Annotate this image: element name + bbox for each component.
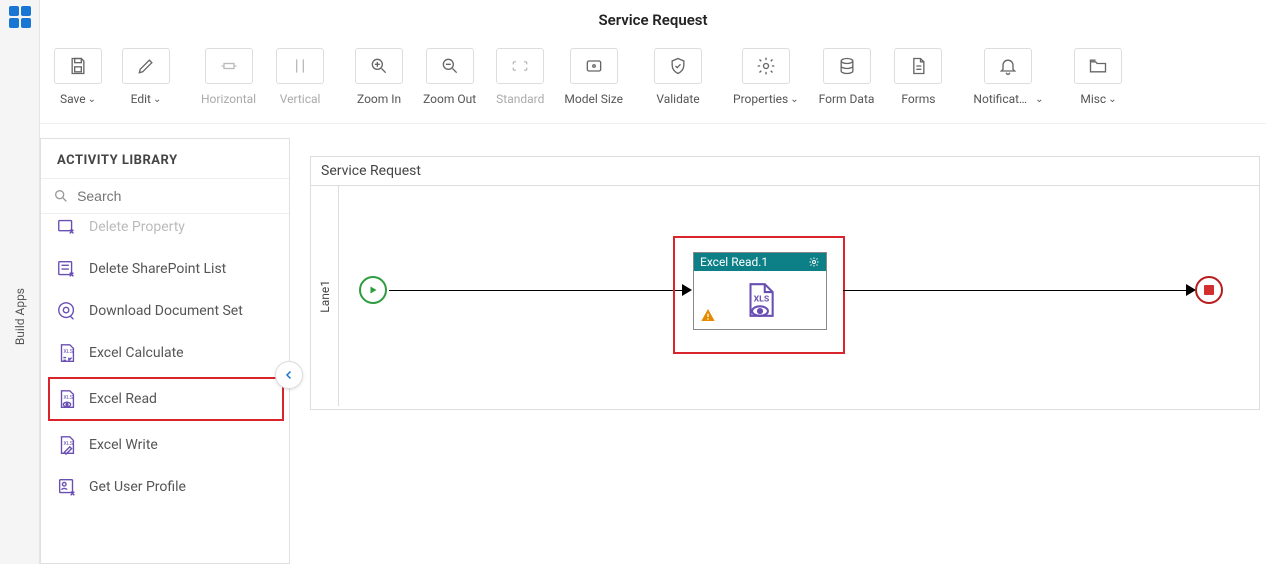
list-item[interactable]: Delete Property	[41, 214, 289, 248]
excel-read-icon: XLS	[55, 388, 79, 410]
flow-edge[interactable]	[389, 290, 687, 291]
list-item[interactable]: Get User Profile	[41, 466, 289, 508]
standard-button: Standard	[496, 48, 544, 106]
app-rail: Build Apps	[0, 0, 40, 564]
svg-text:XLS: XLS	[63, 395, 73, 401]
validate-icon[interactable]	[654, 48, 702, 84]
svg-text:XLS: XLS	[63, 441, 73, 447]
standard-icon	[496, 48, 544, 84]
database-icon[interactable]	[823, 48, 871, 84]
svg-text:XLS: XLS	[63, 349, 73, 355]
excel-calculate-icon: XLS	[55, 342, 79, 364]
zoom-in-button[interactable]: Zoom In	[355, 48, 403, 106]
process-canvas: Service Request Lane1 Excel Read.1 XLS	[310, 156, 1260, 410]
activity-list: Delete Property Delete SharePoint List D…	[41, 214, 289, 563]
end-node[interactable]	[1195, 276, 1223, 304]
start-node[interactable]	[359, 276, 387, 304]
delete-sharepoint-icon	[55, 258, 79, 280]
sidebar-title: ACTIVITY LIBRARY	[41, 139, 289, 179]
canvas-body[interactable]: Lane1 Excel Read.1 XLS	[311, 186, 1259, 406]
forms-icon[interactable]	[894, 48, 942, 84]
gear-icon[interactable]	[808, 256, 820, 268]
canvas-title: Service Request	[311, 157, 1259, 186]
user-profile-icon	[55, 476, 79, 498]
warning-icon	[700, 307, 716, 323]
delete-property-icon	[55, 216, 79, 238]
horizontal-icon	[205, 48, 253, 84]
zoom-out-button[interactable]: Zoom Out	[423, 48, 476, 106]
model-size-button[interactable]: Model Size	[564, 48, 623, 106]
activity-library-panel: ACTIVITY LIBRARY Delete Property Delete …	[40, 138, 290, 564]
lane-label: Lane1	[318, 280, 332, 313]
activity-node[interactable]: Excel Read.1 XLS	[693, 252, 827, 330]
excel-write-icon: XLS	[55, 434, 79, 456]
form-data-button[interactable]: Form Data	[819, 48, 875, 106]
search-icon	[53, 187, 69, 205]
collapse-sidebar-button[interactable]	[275, 361, 303, 389]
play-icon	[367, 284, 379, 296]
model-size-icon[interactable]	[570, 48, 618, 84]
folder-icon[interactable]	[1074, 48, 1122, 84]
lane-strip[interactable]: Lane1	[311, 186, 339, 406]
list-item[interactable]: Delete SharePoint List	[41, 248, 289, 290]
vertical-icon	[276, 48, 324, 84]
save-button[interactable]: Save⌄	[54, 48, 102, 106]
search-row	[41, 179, 289, 214]
download-document-icon	[55, 300, 79, 322]
activity-node-highlight: Excel Read.1 XLS	[673, 236, 845, 354]
horizontal-button: Horizontal	[201, 48, 256, 106]
activity-title: Excel Read.1	[700, 255, 768, 269]
forms-button[interactable]: Forms	[894, 48, 942, 106]
svg-text:XLS: XLS	[754, 295, 770, 305]
search-input[interactable]	[77, 188, 277, 204]
vertical-button: Vertical	[276, 48, 324, 106]
misc-button[interactable]: Misc⌄	[1074, 48, 1122, 106]
toolbar: Save⌄ Edit⌄ Horizontal Vertical Zoom In …	[40, 40, 1266, 124]
properties-button[interactable]: Properties⌄	[733, 48, 799, 106]
gear-icon[interactable]	[742, 48, 790, 84]
excel-read-icon: XLS	[741, 281, 779, 319]
bell-icon[interactable]	[984, 48, 1032, 84]
activity-header: Excel Read.1	[694, 253, 826, 271]
rail-label: Build Apps	[13, 288, 27, 345]
activity-body: XLS	[694, 271, 826, 329]
edit-button[interactable]: Edit⌄	[122, 48, 170, 106]
flow-edge[interactable]	[843, 290, 1189, 291]
notifications-button[interactable]: Notificat…⌄	[973, 48, 1043, 106]
page-title: Service Request	[40, 0, 1266, 40]
list-item[interactable]: XLS Excel Calculate	[41, 332, 289, 374]
zoom-in-icon[interactable]	[355, 48, 403, 84]
list-item-excel-read[interactable]: XLS Excel Read	[49, 378, 283, 420]
app-launcher-icon[interactable]	[9, 6, 31, 28]
zoom-out-icon[interactable]	[426, 48, 474, 84]
page-title-text: Service Request	[598, 11, 707, 29]
save-icon[interactable]	[54, 48, 102, 84]
list-item[interactable]: XLS Excel Write	[41, 424, 289, 466]
chevron-left-icon	[283, 369, 295, 381]
validate-button[interactable]: Validate	[654, 48, 702, 106]
list-item[interactable]: Download Document Set	[41, 290, 289, 332]
pencil-icon[interactable]	[122, 48, 170, 84]
